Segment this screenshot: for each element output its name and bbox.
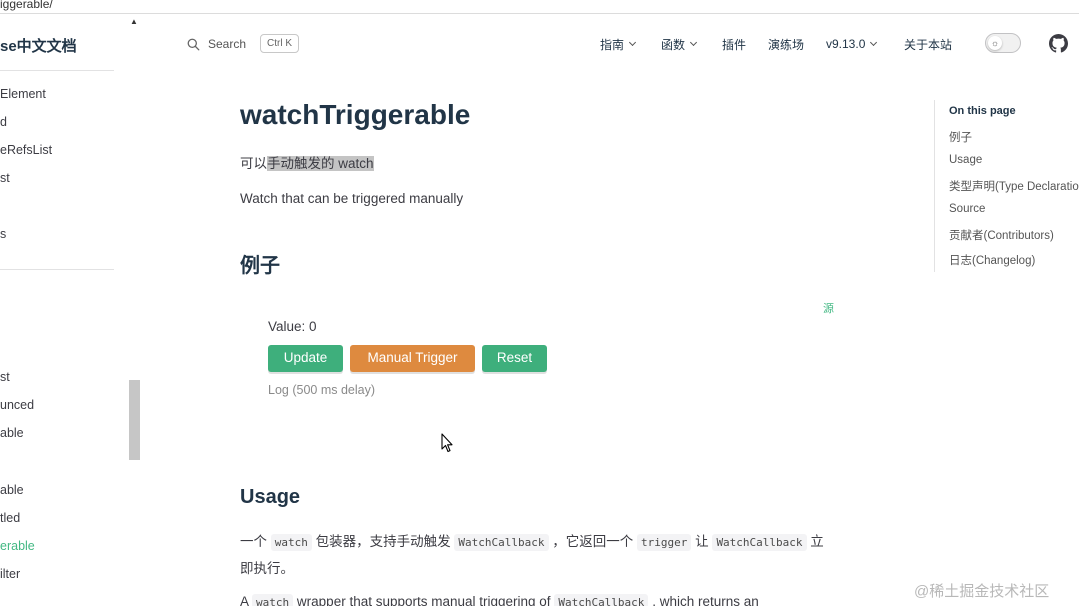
nav-label: 指南 (600, 37, 625, 52)
usage-text: 让 (695, 534, 709, 549)
url-bar[interactable]: iggerable/ (0, 0, 1079, 14)
sidebar-item[interactable]: eRefsList (0, 143, 52, 157)
chevron-down-icon (628, 38, 637, 47)
watermark: @稀土掘金技术社区 (914, 583, 1050, 600)
search-button[interactable]: Search (187, 34, 246, 54)
scroll-up-icon[interactable]: ▲ (130, 17, 138, 26)
sidebar-item[interactable]: unced (0, 398, 34, 412)
toc-item[interactable]: Source (949, 203, 985, 215)
sidebar-item[interactable]: st (0, 370, 10, 384)
update-button[interactable]: Update (268, 345, 343, 372)
page-title: watchTriggerable (240, 99, 471, 130)
sidebar-item[interactable]: d (0, 115, 7, 129)
usage-cn-line2: 即执行。 (240, 561, 294, 576)
nav-playground[interactable]: 演练场 (768, 36, 804, 52)
search-label: Search (208, 37, 247, 51)
reset-button[interactable]: Reset (482, 345, 547, 372)
github-icon[interactable] (1049, 34, 1068, 53)
description-cn: 可以手动触发的 watch (240, 152, 374, 172)
search-icon (187, 38, 200, 50)
example-heading: 例子 (240, 255, 280, 277)
usage-text: , which returns an (652, 594, 759, 606)
sidebar-divider (0, 269, 114, 270)
nav-label: 插件 (722, 37, 747, 52)
toc-item[interactable]: 日志(Changelog) (949, 252, 1035, 268)
usage-text: 一个 (240, 534, 267, 549)
inline-code: watch (270, 534, 312, 551)
sidebar: se中文文档 ▲ Element d eRefsList st s st unc… (0, 15, 140, 606)
usage-heading: Usage (240, 486, 301, 508)
sun-icon: ☼ (988, 36, 1002, 50)
sidebar-item[interactable]: s (0, 227, 6, 241)
sidebar-item[interactable]: Element (0, 87, 46, 101)
demo-value: Value: 0 (268, 319, 317, 334)
sidebar-divider (0, 70, 114, 71)
theme-toggle[interactable]: ☼ (985, 33, 1021, 53)
usage-cn-line1: 一个 watch 包装器，支持手动触发 WatchCallback ，它返回一个… (240, 530, 824, 551)
toc-divider (934, 100, 935, 272)
sidebar-item[interactable]: able (0, 426, 24, 440)
nav-about[interactable]: 关于本站 (904, 36, 952, 52)
nav-label: v9.13.0 (826, 37, 866, 51)
sidebar-item[interactable]: ilter (0, 567, 20, 581)
description-cn-prefix: 可以 (240, 156, 267, 171)
sidebar-item-active[interactable]: erable (0, 539, 35, 553)
usage-text: 包装器，支持手动触发 (315, 534, 451, 549)
nav-version[interactable]: v9.13.0 (826, 36, 878, 52)
description-en: Watch that can be triggered manually (240, 191, 464, 206)
toc-title: On this page (949, 105, 1016, 117)
manual-trigger-button[interactable]: Manual Trigger (350, 345, 475, 372)
demo-log: Log (500 ms delay) (268, 383, 376, 397)
usage-text: wrapper that supports manual triggering … (296, 594, 551, 606)
toc-item[interactable]: 例子 (949, 129, 972, 145)
inline-code: WatchCallback (712, 534, 807, 551)
nav-label: 关于本站 (904, 37, 953, 52)
sidebar-scrollbar[interactable] (129, 380, 140, 460)
sidebar-item[interactable]: able (0, 483, 24, 497)
nav-addons[interactable]: 插件 (722, 36, 746, 52)
chevron-down-icon (689, 38, 698, 47)
url-text: iggerable/ (0, 0, 53, 11)
toc-item[interactable]: Usage (949, 154, 982, 166)
text-selection[interactable]: 手动触发的 watch (267, 156, 374, 171)
sidebar-item[interactable]: st (0, 171, 10, 185)
usage-en-line1: A watch wrapper that supports manual tri… (240, 594, 759, 606)
usage-text: 立 (810, 534, 824, 549)
inline-code: watch (252, 594, 294, 606)
demo-source-link[interactable]: 源 (823, 300, 834, 316)
nav-guide[interactable]: 指南 (600, 36, 637, 52)
nav-label: 演练场 (768, 37, 805, 52)
site-brand[interactable]: se中文文档 (0, 35, 77, 56)
toc-item[interactable]: 贡献者(Contributors) (949, 227, 1054, 243)
inline-code: WatchCallback (454, 534, 549, 551)
nav-functions[interactable]: 函数 (661, 36, 698, 52)
nav-label: 函数 (661, 37, 686, 52)
inline-code: trigger (637, 534, 692, 551)
search-shortcut: Ctrl K (260, 34, 299, 53)
usage-text: ，它返回一个 (552, 534, 634, 549)
toc-item[interactable]: 类型声明(Type Declaratio (949, 178, 1079, 194)
inline-code: WatchCallback (554, 594, 649, 606)
usage-text: A (240, 594, 249, 606)
sidebar-item[interactable]: tled (0, 511, 20, 525)
mouse-cursor-icon (441, 433, 453, 453)
chevron-down-icon (870, 38, 878, 47)
